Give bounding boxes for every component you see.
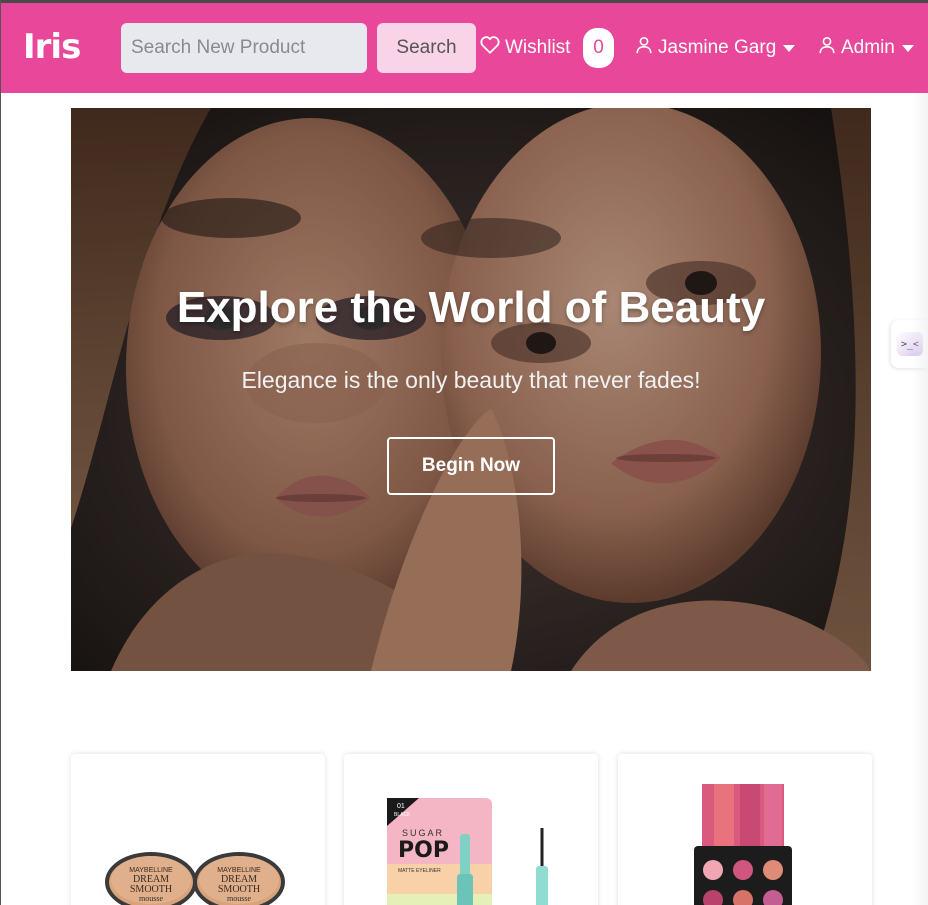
product-text: SUGAR: [402, 828, 444, 838]
user-name-label: Jasmine Garg: [658, 37, 777, 58]
product-image: [694, 784, 792, 905]
user-icon: [635, 36, 653, 60]
product-text: 01: [397, 803, 405, 810]
begin-now-button[interactable]: Begin Now: [387, 437, 555, 495]
product-text: BLACK: [394, 812, 411, 818]
wishlist-label: Wishlist: [505, 37, 571, 58]
wishlist-count-badge: 0: [583, 28, 614, 68]
product-text: MAYBELLINE: [217, 867, 261, 874]
brand-logo[interactable]: Iris: [23, 27, 81, 67]
user-icon: [818, 36, 836, 60]
caret-down-icon: [901, 44, 914, 52]
hero-subtitle: Elegance is the only beauty that never f…: [241, 367, 701, 393]
search-input[interactable]: [121, 23, 367, 73]
product-text: mousse: [227, 894, 251, 903]
product-card[interactable]: 01 BLACK SUGAR POP MATTE EYELINER: [344, 754, 598, 905]
hero-title: Explore the World of Beauty: [176, 283, 766, 332]
product-image: 01 BLACK SUGAR POP MATTE EYELINER: [387, 798, 548, 905]
user-menu-dropdown[interactable]: Jasmine Garg: [635, 36, 796, 60]
product-image: MAYBELLINE DREAM SMOOTH mousse MAYBELLIN…: [105, 852, 285, 905]
product-text: MAYBELLINE: [129, 867, 173, 874]
scroll-edge-shadow: [911, 93, 928, 905]
product-text: MATTE EYELINER: [398, 868, 441, 874]
product-card[interactable]: MAYBELLINE DREAM SMOOTH mousse MAYBELLIN…: [71, 754, 325, 905]
product-text: POP: [398, 838, 449, 863]
product-text: mousse: [139, 894, 163, 903]
product-card[interactable]: [618, 754, 872, 905]
admin-menu-dropdown[interactable]: Admin: [818, 36, 914, 60]
heart-icon: [480, 36, 500, 60]
navbar: Iris Search Wishlist 0 Jasmine Garg Admi…: [1, 3, 928, 93]
admin-label: Admin: [841, 37, 895, 58]
caret-down-icon: [783, 44, 796, 52]
search-button[interactable]: Search: [377, 23, 476, 73]
hero-banner: Explore the World of Beauty Elegance is …: [71, 108, 871, 671]
wishlist-link[interactable]: Wishlist: [480, 36, 570, 60]
